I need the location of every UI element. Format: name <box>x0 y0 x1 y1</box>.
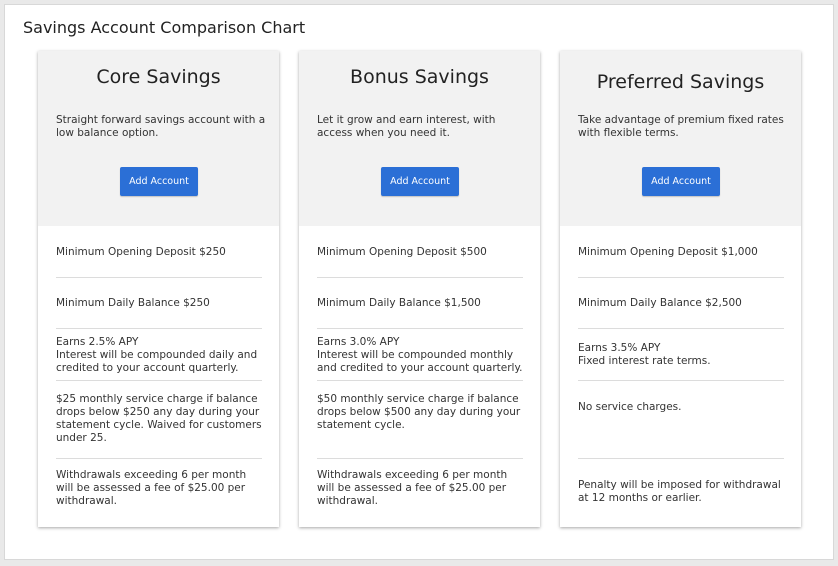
divider <box>317 277 523 278</box>
feature-apy: Earns 3.0% APY Interest will be compound… <box>317 336 523 374</box>
card-description: Take advantage of premium fixed rates wi… <box>578 114 784 139</box>
divider <box>56 277 262 278</box>
card-bonus-savings: Bonus Savings Let it grow and earn inter… <box>299 51 540 527</box>
feature-service-charge: No service charges. <box>578 401 682 413</box>
feature-apy: Earns 2.5% APY Interest will be compound… <box>56 336 258 374</box>
feature-withdrawal: Withdrawals exceeding 6 per month will b… <box>56 469 247 507</box>
card-preferred-savings: Preferred Savings Take advantage of prem… <box>560 51 801 527</box>
card-header: Core Savings Straight forward savings ac… <box>38 51 279 226</box>
card-title: Bonus Savings <box>350 66 489 88</box>
divider <box>317 380 523 381</box>
feature-service-charge: $25 monthly service charge if balance dr… <box>56 393 262 444</box>
feature-withdrawal: Withdrawals exceeding 6 per month will b… <box>317 469 508 507</box>
page-title: Savings Account Comparison Chart <box>23 18 306 37</box>
add-account-button[interactable]: Add Account <box>381 167 459 196</box>
add-account-button[interactable]: Add Account <box>642 167 720 196</box>
card-description: Let it grow and earn interest, with acce… <box>317 114 496 139</box>
card-header: Bonus Savings Let it grow and earn inter… <box>299 51 540 226</box>
card-description: Straight forward savings account with a … <box>56 114 266 139</box>
add-account-button[interactable]: Add Account <box>120 167 198 196</box>
feature-withdrawal: Penalty will be imposed for withdrawal a… <box>578 479 781 504</box>
feature-daily-balance: Minimum Daily Balance $2,500 <box>578 297 742 309</box>
feature-opening-deposit: Minimum Opening Deposit $500 <box>317 246 487 258</box>
divider <box>578 458 784 459</box>
divider <box>56 458 262 459</box>
feature-daily-balance: Minimum Daily Balance $250 <box>56 297 210 309</box>
feature-service-charge: $50 monthly service charge if balance dr… <box>317 393 521 431</box>
page-frame: Savings Account Comparison Chart Core Sa… <box>4 4 834 560</box>
card-title: Core Savings <box>96 66 221 88</box>
feature-opening-deposit: Minimum Opening Deposit $250 <box>56 246 226 258</box>
divider <box>578 328 784 329</box>
divider <box>56 380 262 381</box>
divider <box>56 328 262 329</box>
divider <box>578 277 784 278</box>
feature-apy: Earns 3.5% APY Fixed interest rate terms… <box>578 342 711 367</box>
card-title: Preferred Savings <box>596 71 765 93</box>
divider <box>578 380 784 381</box>
feature-opening-deposit: Minimum Opening Deposit $1,000 <box>578 246 758 258</box>
feature-daily-balance: Minimum Daily Balance $1,500 <box>317 297 481 309</box>
card-core-savings: Core Savings Straight forward savings ac… <box>38 51 279 527</box>
divider <box>317 458 523 459</box>
divider <box>317 328 523 329</box>
card-header: Preferred Savings Take advantage of prem… <box>560 51 801 226</box>
